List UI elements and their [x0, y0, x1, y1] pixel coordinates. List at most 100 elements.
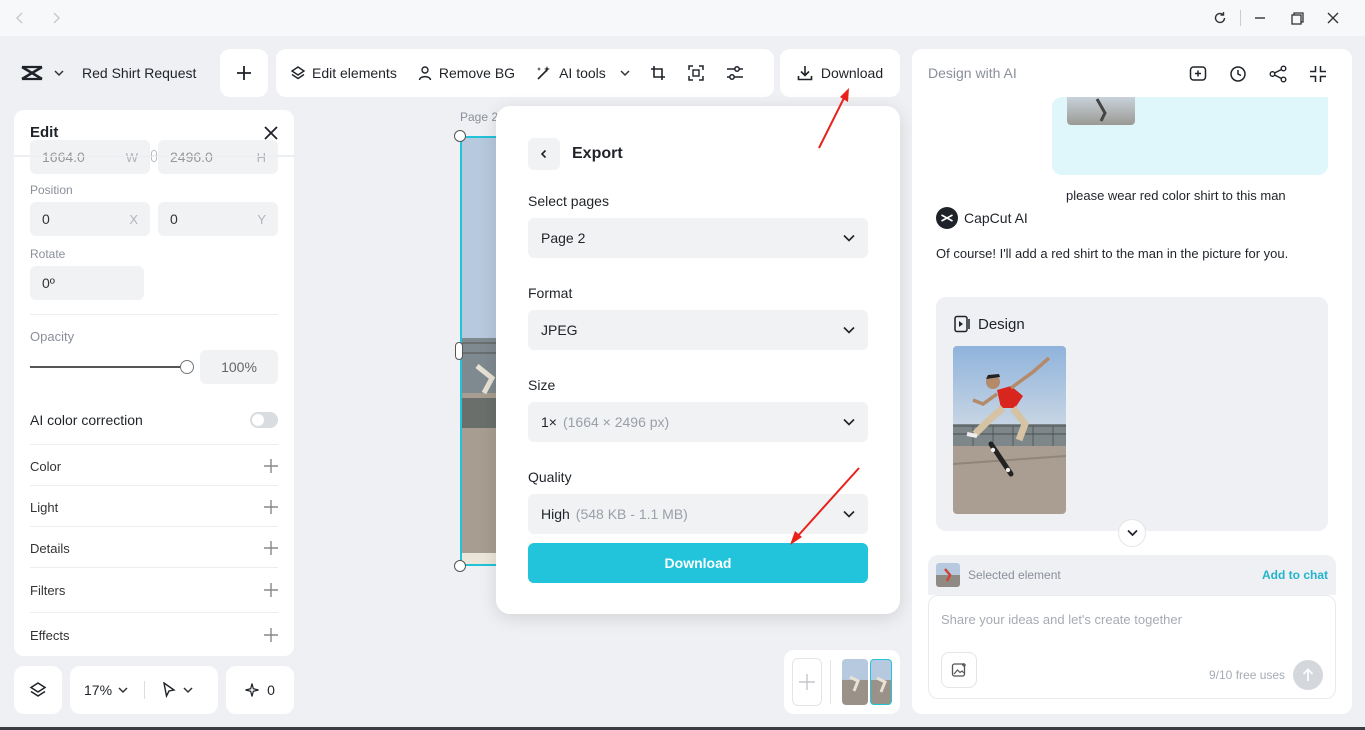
position-x-field[interactable]: 0 X [30, 202, 150, 236]
canvas-selected-image[interactable] [460, 136, 500, 566]
rotate-field[interactable]: 0º [30, 266, 144, 300]
upload-image-button[interactable] [941, 652, 977, 688]
edit-panel-title: Edit [30, 124, 59, 141]
send-button[interactable] [1293, 660, 1323, 690]
size-dropdown[interactable]: 1× (1664 × 2496 px) [528, 402, 868, 442]
free-uses-counter: 9/10 free uses [1209, 668, 1286, 682]
magic-count: 0 [267, 682, 275, 698]
quality-dropdown[interactable]: High (548 KB - 1.1 MB) [528, 494, 868, 534]
page-thumbnail-2[interactable] [870, 659, 892, 705]
plus-icon [237, 66, 251, 80]
chat-input-placeholder: Share your ideas and let's create togeth… [941, 612, 1182, 627]
generated-design-image[interactable] [953, 346, 1066, 514]
height-value: 2496.0 [170, 149, 213, 165]
share-node-icon[interactable] [1267, 63, 1289, 85]
new-chat-icon[interactable] [1187, 63, 1209, 85]
project-name[interactable]: Red Shirt Request [82, 65, 196, 81]
download-button[interactable]: Download [780, 49, 900, 97]
zoom-chevron-icon[interactable] [118, 686, 128, 694]
size-detail: (1664 × 2496 px) [562, 414, 670, 430]
ai-color-correction-toggle[interactable] [250, 412, 278, 428]
resize-handle-top-left[interactable] [454, 130, 466, 142]
edit-elements-button[interactable]: Edit elements [290, 65, 397, 81]
expand-more-button[interactable] [1118, 519, 1146, 547]
effects-section-row[interactable]: Effects [30, 625, 278, 645]
attached-image-thumbnail[interactable] [1067, 97, 1135, 125]
design-title-label: Design [978, 315, 1025, 333]
height-field[interactable]: 2496.0 H [158, 140, 278, 174]
scan-button[interactable] [688, 65, 704, 81]
width-value: 1664.0 [42, 149, 85, 165]
section-divider [30, 612, 278, 613]
position-y-suffix: Y [257, 211, 266, 227]
magic-credits-button[interactable]: 0 [226, 666, 294, 714]
header-divider [14, 156, 294, 157]
capcut-ai-avatar-icon [936, 207, 958, 229]
ai-name-label: CapCut AI [964, 210, 1028, 226]
expand-plus-icon[interactable] [264, 500, 278, 514]
design-title: Design [954, 315, 1025, 333]
person-icon [418, 66, 432, 81]
expand-plus-icon[interactable] [264, 628, 278, 642]
pointer-cursor-icon[interactable] [161, 682, 177, 698]
height-suffix: H [256, 149, 266, 165]
opacity-slider-track[interactable] [30, 366, 188, 368]
capcut-logo-icon[interactable] [20, 64, 44, 82]
download-label: Download [820, 65, 884, 81]
forward-arrow-icon[interactable] [46, 8, 66, 28]
resize-handle-left[interactable] [455, 342, 463, 360]
pointer-chevron-icon[interactable] [183, 686, 193, 694]
minimize-icon[interactable] [1250, 8, 1270, 28]
export-download-button[interactable]: Download [528, 543, 868, 583]
back-button[interactable] [528, 138, 560, 170]
light-section-row[interactable]: Light [30, 497, 278, 517]
edit-elements-label: Edit elements [312, 65, 397, 81]
chevron-left-icon [540, 149, 547, 159]
expand-plus-icon[interactable] [264, 459, 278, 473]
back-arrow-icon[interactable] [10, 8, 30, 28]
details-section-label: Details [30, 540, 70, 556]
resize-handle-bottom-left[interactable] [454, 560, 466, 572]
details-section-row[interactable]: Details [30, 538, 278, 558]
crop-icon [650, 66, 665, 80]
opacity-field[interactable]: 100% [200, 350, 278, 384]
position-y-field[interactable]: 0 Y [158, 202, 278, 236]
color-section-row[interactable]: Color [30, 456, 278, 476]
adjust-button[interactable] [726, 65, 744, 81]
logo-menu-chevron-icon[interactable] [54, 69, 64, 77]
download-icon [797, 66, 813, 81]
image-upload-icon [951, 663, 966, 677]
format-dropdown[interactable]: JPEG [528, 310, 868, 350]
export-title: Export [572, 145, 623, 162]
add-page-button[interactable] [792, 658, 822, 706]
close-window-icon[interactable] [1323, 8, 1343, 28]
chat-input-box[interactable]: Share your ideas and let's create togeth… [928, 595, 1336, 699]
section-divider [30, 567, 278, 568]
edit-panel: Edit 1664.0 W 2496.0 H Position 0 X 0 Y … [14, 110, 294, 656]
user-message-bubble: please wear red color shirt to this man [1052, 97, 1328, 203]
expand-plus-icon[interactable] [264, 583, 278, 597]
expand-plus-icon[interactable] [264, 541, 278, 555]
color-section-label: Color [30, 458, 62, 474]
zoom-value[interactable]: 17% [84, 682, 112, 698]
width-field[interactable]: 1664.0 W [30, 140, 150, 174]
remove-bg-button[interactable]: Remove BG [417, 65, 515, 81]
refresh-icon[interactable] [1210, 8, 1230, 28]
crop-button[interactable] [650, 65, 666, 81]
add-button[interactable] [220, 49, 268, 97]
opacity-slider-thumb[interactable] [180, 360, 194, 374]
layers-icon [29, 682, 47, 697]
close-icon[interactable] [264, 125, 278, 140]
chevron-down-icon [1126, 529, 1138, 537]
size-label: Size [528, 377, 556, 393]
layers-button[interactable] [14, 666, 62, 714]
add-to-chat-button[interactable]: Add to chat [1262, 568, 1328, 582]
history-icon[interactable] [1227, 63, 1249, 85]
ai-tools-button[interactable]: AI tools [535, 64, 630, 82]
rotate-value: 0º [42, 275, 55, 291]
page-thumbnail-1[interactable] [842, 659, 868, 705]
select-pages-dropdown[interactable]: Page 2 [528, 218, 868, 258]
collapse-icon[interactable] [1307, 63, 1329, 85]
filters-section-row[interactable]: Filters [30, 580, 278, 600]
restore-icon[interactable] [1287, 8, 1307, 28]
